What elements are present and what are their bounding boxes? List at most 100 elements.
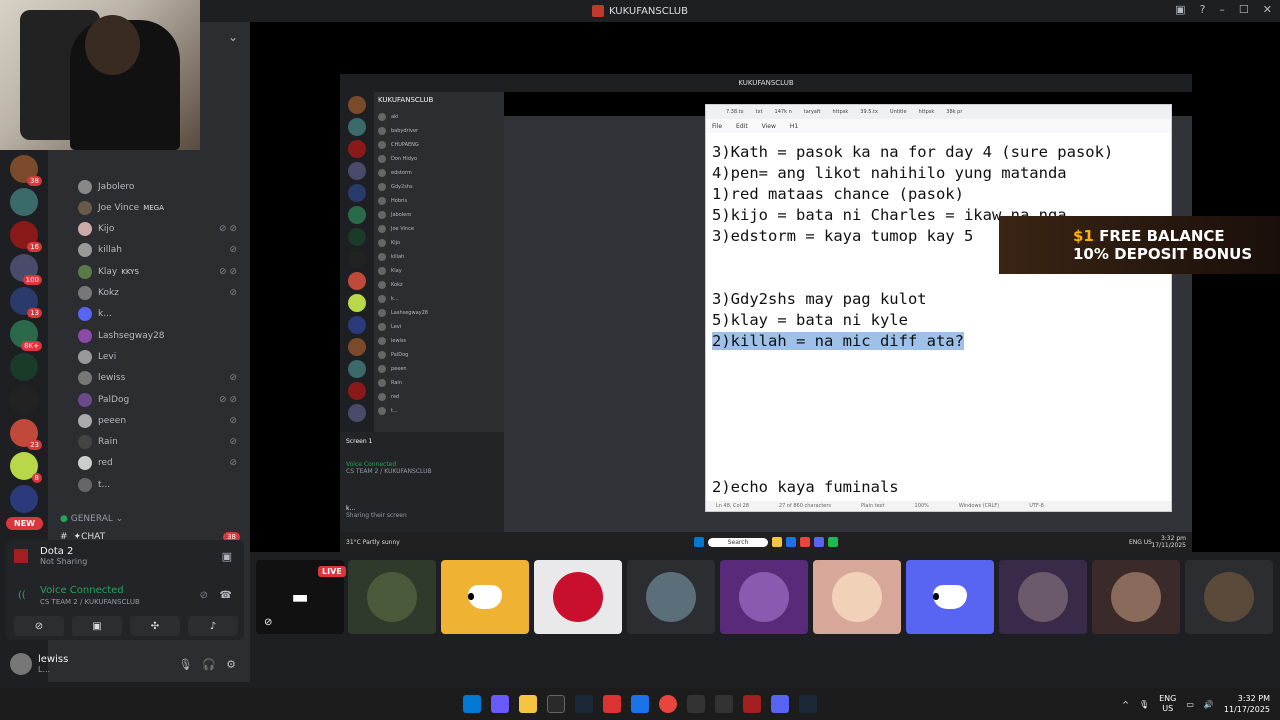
server-icon[interactable]: 38 (10, 155, 42, 186)
edge-icon[interactable] (631, 695, 649, 713)
copilot-icon[interactable] (491, 695, 509, 713)
maximize-button[interactable]: ☐ (1239, 3, 1249, 16)
clock[interactable]: 3:32 PM 11/17/2025 (1224, 693, 1270, 715)
avatar[interactable] (10, 653, 32, 675)
noise-suppression-icon[interactable]: ⊘ (200, 590, 208, 601)
server-icon[interactable]: 23 (10, 419, 42, 450)
inner-member: Jabolero (378, 208, 500, 222)
camera-button[interactable]: ⊘ (14, 616, 64, 636)
voice-member[interactable]: Kijo ⊘ ⊘ (78, 219, 243, 240)
close-button[interactable]: ✕ (1263, 3, 1272, 16)
voice-status[interactable]: Voice Connected (40, 585, 124, 596)
server-icon[interactable] (10, 353, 38, 381)
headphones-icon[interactable]: 🎧 (202, 658, 216, 671)
server-icon[interactable] (10, 386, 38, 414)
start-icon[interactable] (463, 695, 481, 713)
chevron-down-icon[interactable]: ⌄ (228, 30, 238, 44)
gear-icon[interactable]: ⚙ (226, 658, 236, 671)
server-icon[interactable] (10, 485, 38, 513)
steam-icon[interactable] (575, 695, 593, 713)
voice-member[interactable]: t... (78, 474, 243, 495)
app-icon[interactable] (603, 695, 621, 713)
dota-icon[interactable] (743, 695, 761, 713)
inner-member: killah (378, 250, 500, 264)
avatar (378, 407, 386, 415)
store-icon[interactable] (547, 695, 565, 713)
participant-tile[interactable] (813, 560, 901, 634)
avatar (78, 200, 92, 215)
app-icon[interactable] (715, 695, 733, 713)
spotify-icon (828, 537, 839, 547)
share-activity-icon[interactable]: ▣ (222, 550, 232, 563)
disconnect-icon[interactable]: ☎ (220, 590, 232, 601)
screen-share-button[interactable]: ▣ (72, 616, 122, 636)
participant-tile[interactable] (348, 560, 436, 634)
inner-screen-label: Screen 1 (346, 438, 373, 445)
screen-icon: ▬ (291, 586, 309, 608)
notepad-line: 2)killah = na mic diff ata? (712, 332, 964, 350)
steam-icon[interactable] (799, 695, 817, 713)
stream-view[interactable]: KUKUFANSCLUB KUKUFANSCLUB aki babydriver C… (250, 22, 1280, 552)
voice-member[interactable]: PalDog ⊘ ⊘ (78, 389, 243, 410)
participant-tile[interactable] (1092, 560, 1180, 634)
inner-window-title: KUKUFANSCLUB (738, 79, 794, 87)
participant-tile[interactable] (534, 560, 622, 634)
activities-button[interactable]: ✣ (130, 616, 180, 636)
participant-tile[interactable] (441, 560, 529, 634)
server-icon[interactable]: 8K+ (10, 320, 42, 351)
member-name: killah (98, 245, 122, 256)
server-icon[interactable]: 13 (10, 287, 42, 318)
category-general[interactable]: ● GENERAL ⌄ (60, 514, 123, 524)
voice-member[interactable]: killah ⊘ (78, 240, 243, 261)
file-explorer-icon[interactable] (519, 695, 537, 713)
mute-deafen-icon: ⊘ (229, 373, 237, 384)
voice-member[interactable]: Klay KKYS ⊘ ⊘ (78, 261, 243, 282)
inner-member-name: edstorm (391, 170, 412, 176)
app-icon[interactable] (687, 695, 705, 713)
voice-member[interactable]: k... (78, 304, 243, 325)
chrome-icon[interactable] (659, 695, 677, 713)
network-icon[interactable]: ▭ (1186, 700, 1194, 709)
server-icon[interactable]: 100 (10, 254, 42, 285)
inner-server-icon (348, 360, 366, 378)
inner-member: k... (378, 292, 500, 306)
username[interactable]: lewiss (38, 654, 68, 665)
participant-tile[interactable] (999, 560, 1087, 634)
language-indicator[interactable]: ENG US (1159, 694, 1176, 714)
participant-tiles: ▬ LIVE ⊘ (250, 558, 1280, 638)
mic-icon[interactable]: 🎙 (1139, 700, 1149, 709)
inner-member: Kokz (378, 278, 500, 292)
avatar (378, 323, 386, 331)
voice-member[interactable]: lewiss ⊘ (78, 368, 243, 389)
new-unreads-pill[interactable]: NEW (6, 517, 43, 530)
voice-member[interactable]: Joe Vince MEGA (78, 197, 243, 218)
participant-tile[interactable] (1185, 560, 1273, 634)
help-icon[interactable]: ? (1200, 3, 1206, 16)
voice-member[interactable]: Kokz ⊘ (78, 283, 243, 304)
server-icon[interactable] (10, 188, 38, 216)
stream-tile[interactable]: ▬ LIVE ⊘ (256, 560, 346, 634)
soundboard-button[interactable]: ♪ (188, 616, 238, 636)
user-status: L... (38, 665, 51, 674)
server-icon[interactable]: 16 (10, 221, 42, 252)
server-icon[interactable]: 8 (10, 452, 42, 483)
voice-member[interactable]: red ⊘ (78, 453, 243, 474)
participant-tile[interactable] (627, 560, 715, 634)
voice-member[interactable]: Lashsegway28 (78, 325, 243, 346)
participant-tile[interactable] (906, 560, 994, 634)
member-name: Levi (98, 351, 117, 362)
inbox-icon[interactable]: ▣ (1175, 3, 1185, 16)
ad-line2: 10% DEPOSIT BONUS (1073, 245, 1253, 263)
voice-member[interactable]: Rain ⊘ (78, 432, 243, 453)
notepad-menu-item: Edit (736, 122, 748, 130)
participant-tile[interactable] (720, 560, 808, 634)
volume-icon[interactable]: 🔊 (1204, 700, 1214, 709)
signal-icon[interactable]: (( (18, 590, 26, 601)
voice-member[interactable]: peeen ⊘ (78, 410, 243, 431)
microphone-icon[interactable]: 🎙 (178, 658, 192, 671)
voice-member[interactable]: Levi (78, 346, 243, 367)
voice-member[interactable]: Jabolero (78, 176, 243, 197)
discord-icon[interactable] (771, 695, 789, 713)
chevron-up-icon[interactable]: ^ (1122, 700, 1129, 709)
minimize-button[interactable]: – (1219, 3, 1225, 16)
